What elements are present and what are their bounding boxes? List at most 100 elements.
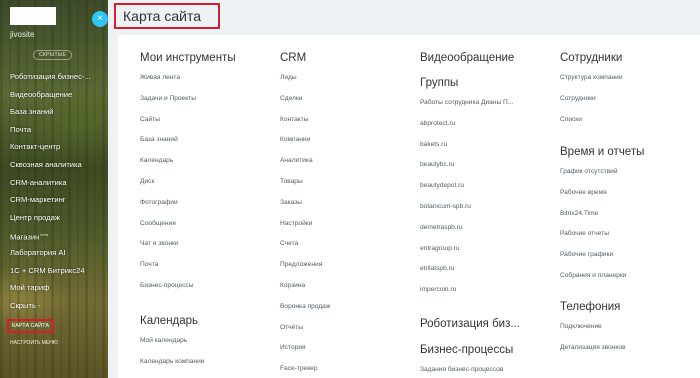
sitemap-link[interactable]: Почта — [140, 261, 270, 268]
sitemap-link[interactable]: Живая лента — [140, 74, 270, 81]
sitemap-link[interactable]: График отсутствий — [560, 168, 690, 175]
sidebar-item-label: Лаборатория AI — [10, 247, 66, 257]
section-title: Мои инструменты — [140, 52, 236, 64]
sitemap-link[interactable]: Работы сотрудника Дианы П... — [420, 99, 550, 106]
sidebar-item[interactable]: Скрыть - — [0, 297, 108, 315]
sitemap-link[interactable]: Детализация звонков — [560, 344, 690, 351]
sitemap-link[interactable]: База знаний — [140, 136, 270, 143]
sitemap-link[interactable]: Подключение — [560, 323, 690, 330]
sitemap-link[interactable]: Товары — [280, 178, 410, 185]
sitemap-link[interactable]: Воронка продаж — [280, 303, 410, 310]
sidebar-item-label: Центр продаж — [10, 212, 60, 222]
section-title: Сотрудники — [560, 52, 623, 64]
sitemap-link[interactable]: Корзина — [280, 282, 410, 289]
sidebar-item[interactable]: CRM-маркетинг — [0, 191, 108, 209]
sidebar-item[interactable]: Контакт-центр — [0, 138, 108, 156]
sitemap-link[interactable]: История — [280, 344, 410, 351]
sitemap-link[interactable]: etrilatspb.ru — [420, 265, 550, 272]
portal-name[interactable]: jivosite — [10, 30, 34, 39]
sidebar-item-label: Контакт-центр — [10, 142, 61, 152]
sitemap-link[interactable]: Лиды — [280, 74, 410, 81]
section-title: CRM — [280, 52, 307, 64]
sitemap-link[interactable]: Рабочее время — [560, 189, 690, 196]
close-slider-button[interactable]: × — [92, 11, 108, 27]
sitemap-link[interactable]: bakets.ru — [420, 141, 550, 148]
sidebar-item[interactable]: Магазинbeta — [0, 226, 108, 244]
sitemap-link[interactable]: Задания бизнес-процессов — [420, 366, 550, 373]
section-title: Телефония — [560, 301, 621, 313]
hidden-items-label: СКРЫТЫЕ — [33, 50, 73, 60]
sitemap-link[interactable]: Задачи и Проекты — [140, 95, 270, 102]
close-icon: × — [97, 13, 103, 24]
sitemap-link[interactable]: Списки — [560, 116, 690, 123]
sidebar-item[interactable]: Роботизация бизнес-... — [0, 68, 108, 86]
sidebar-item[interactable]: Мой тариф — [0, 279, 108, 297]
left-menu: jivosite СКРЫТЫЕ Роботизация бизнес-... В… — [0, 0, 108, 378]
sitemap-link[interactable]: beautydepot.ru — [420, 182, 550, 189]
sidebar-item[interactable]: Сквозная аналитика — [0, 156, 108, 174]
sidebar-item[interactable]: Лаборатория AI — [0, 244, 108, 262]
sitemap-link[interactable]: Bitrix24.Time — [560, 210, 690, 217]
sitemap-link[interactable]: botanicum-spb.ru — [420, 203, 550, 210]
sidebar-item[interactable]: Центр продаж — [0, 209, 108, 227]
sitemap-link[interactable]: Календарь — [140, 157, 270, 164]
sitemap-link[interactable]: Отчёты — [280, 324, 410, 331]
sidebar-item-label: Роботизация бизнес-... — [10, 72, 91, 81]
sitemap-link[interactable]: beautybc.ru — [420, 161, 550, 168]
sitemap-link[interactable]: Мой календарь — [140, 337, 270, 344]
sidebar-item[interactable]: Видеообращение — [0, 86, 108, 104]
section-title: Время и отчеты — [560, 146, 645, 158]
sitemap-link[interactable]: Рабочие отчеты — [560, 230, 690, 237]
sitemap-link[interactable]: КАРТА САЙТА — [7, 319, 54, 333]
sidebar-item[interactable]: База знаний — [0, 103, 108, 121]
sitemap-link[interactable]: Календарь компании — [140, 358, 270, 365]
sidebar-item-label: Видеообращение — [10, 89, 73, 99]
page-title: Карта сайта — [114, 3, 220, 29]
sitemap-content: Мои инструменты Живая лента Задачи и Проек… — [118, 35, 700, 378]
sidebar-item[interactable]: 1С + CRM Битрикс24 — [0, 262, 108, 280]
sitemap-link[interactable]: Предложения — [280, 261, 410, 268]
sitemap-link[interactable]: Чат и звонки — [140, 240, 270, 247]
sidebar-item-label: Магазин — [10, 232, 40, 242]
sitemap-link[interactable]: Настройки — [280, 220, 410, 227]
beta-badge: beta — [40, 232, 49, 238]
section-title: Календарь — [140, 315, 199, 327]
configure-menu-link[interactable]: НАСТРОИТЬ МЕНЮ — [10, 340, 58, 346]
sidebar-item-label: Скрыть - — [10, 300, 41, 310]
sitemap-link[interactable]: Контакты — [280, 116, 410, 123]
sidebar-item-label: CRM-маркетинг — [10, 195, 66, 205]
sitemap-link[interactable]: Сделки — [280, 95, 410, 102]
sidebar-item-label: Сквозная аналитика — [10, 159, 82, 169]
sidebar-item[interactable]: Почта — [0, 121, 108, 139]
sidebar-item[interactable]: CRM-аналитика — [0, 174, 108, 192]
sitemap-link[interactable]: Сайты — [140, 116, 270, 123]
sitemap-link[interactable]: Face-трекер — [280, 365, 410, 372]
sitemap-link[interactable]: Сотрудники — [560, 95, 690, 102]
sitemap-link[interactable]: Аналитика — [280, 157, 410, 164]
sitemap-link[interactable]: Заказы — [280, 199, 410, 206]
sitemap-link[interactable]: Сообщения — [140, 220, 270, 227]
logo[interactable] — [10, 7, 56, 25]
sidebar-item-label: Почта — [10, 124, 32, 134]
sidebar-item-label: Мой тариф — [10, 283, 50, 293]
sitemap-panel: Карта сайта Мои инструменты Живая лента За… — [108, 0, 700, 378]
section-title: Видеообращение — [420, 52, 515, 64]
sidebar-item-label: База знаний — [10, 107, 54, 117]
sidebar-item-label: 1С + CRM Битрикс24 — [10, 265, 85, 275]
sitemap-link[interactable]: Рабочие графики — [560, 251, 690, 258]
section-title: Роботизация биз... — [420, 318, 520, 330]
sidebar-menu: Роботизация бизнес-... Видеообращение База… — [0, 68, 108, 314]
section-title: Бизнес-процессы — [420, 344, 514, 356]
sitemap-link[interactable]: Диск — [140, 178, 270, 185]
sitemap-link[interactable]: Собрания и планерки — [560, 272, 690, 279]
sitemap-link[interactable]: demetraspb.ru — [420, 224, 550, 231]
sitemap-link[interactable]: Бизнес-процессы — [140, 282, 270, 289]
sitemap-link[interactable]: impercoin.ru — [420, 286, 550, 293]
section-title: Группы — [420, 77, 459, 89]
sitemap-link[interactable]: Компании — [280, 136, 410, 143]
sitemap-link[interactable]: Структура компании — [560, 74, 690, 81]
sitemap-link[interactable]: entragroup.ru — [420, 245, 550, 252]
sitemap-link[interactable]: abprotect.ru — [420, 120, 550, 127]
sitemap-link[interactable]: Счета — [280, 240, 410, 247]
sitemap-link[interactable]: Фотографии — [140, 199, 270, 206]
